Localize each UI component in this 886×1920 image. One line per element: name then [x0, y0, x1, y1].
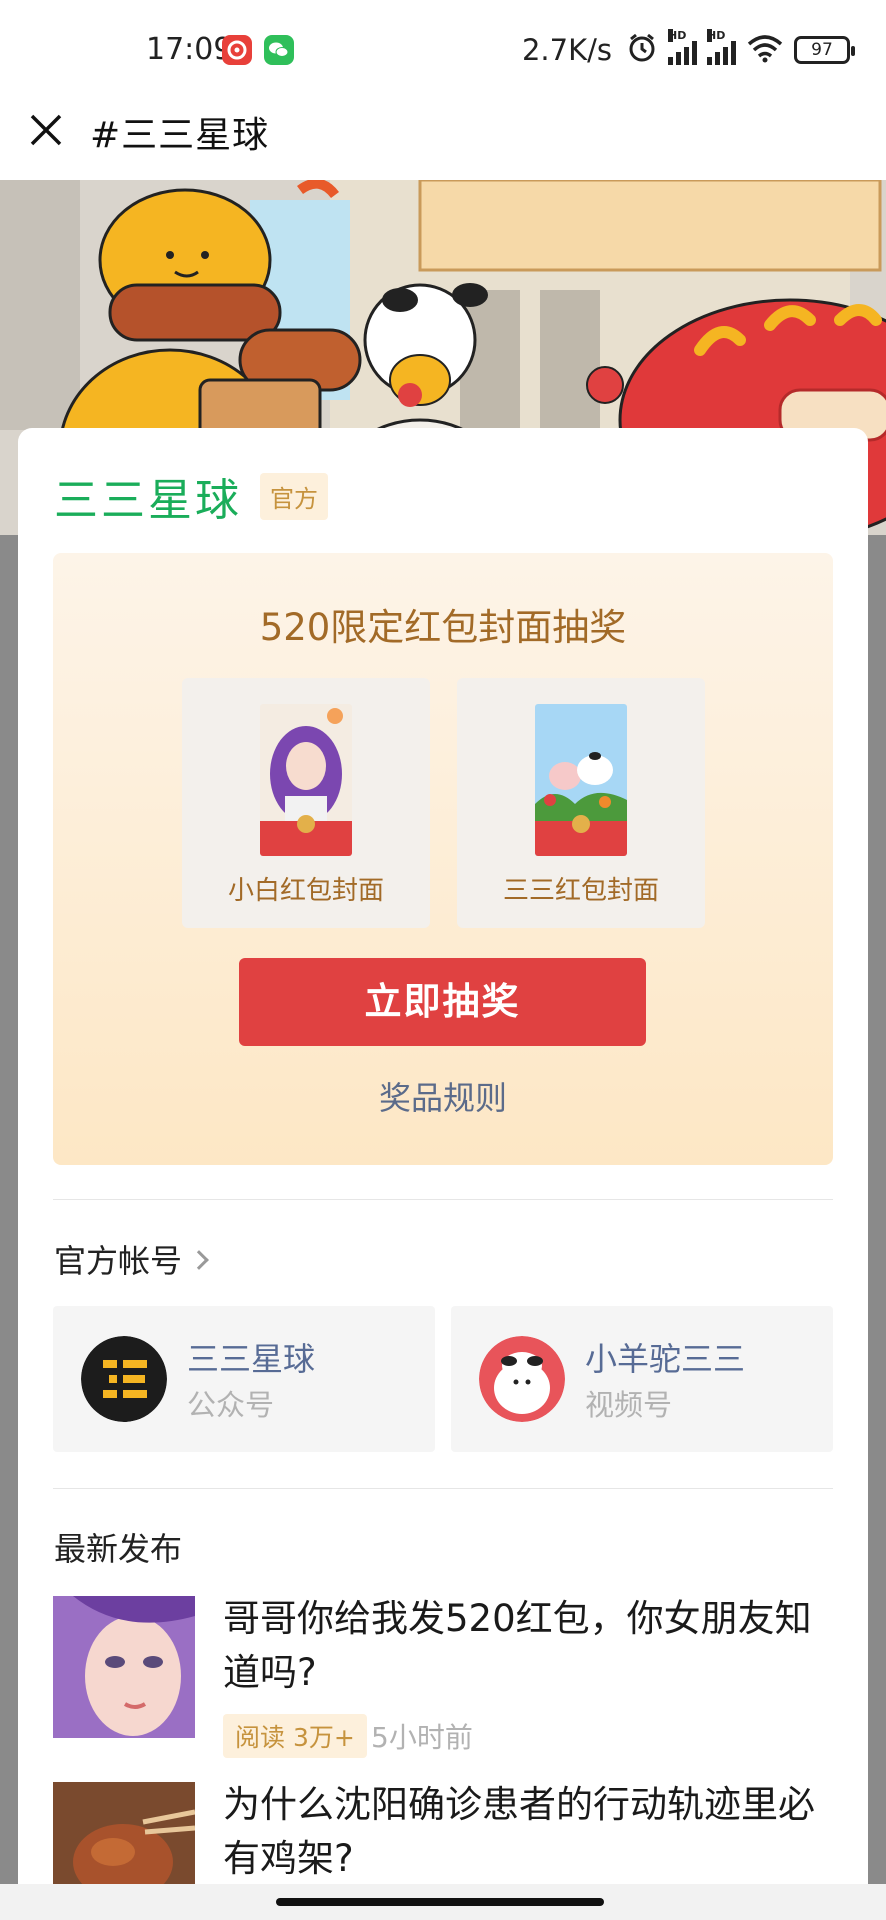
account-name: 三三星球 [187, 1340, 316, 1378]
article-item[interactable]: 哥哥你给我发520红包，你女朋友知道吗? 阅读 3万+ 5小时前 [53, 1596, 833, 1758]
topic-card: 三三星球 官方 520限定红包封面抽奖 小白红包封面 三三红包封面 立即抽奖 奖… [18, 428, 868, 1920]
net-speed: 2.7K/s [521, 33, 612, 67]
cover-item-sansan[interactable]: 三三红包封面 [457, 678, 705, 928]
status-time: 17:09 [146, 32, 233, 67]
page: 17:09 2.7K/s HD HD 97 #三三星球 三三星球 官方 520限… [0, 0, 886, 1920]
cover-image [535, 704, 627, 856]
wechat-icon [264, 35, 294, 65]
article-title: 哥哥你给我发520红包，你女朋友知道吗? [223, 1597, 812, 1694]
account-type: 视频号 [585, 1388, 673, 1422]
prize-rules-link[interactable]: 奖品规则 [53, 1073, 833, 1119]
official-tag: 官方 [260, 472, 328, 520]
page-title: #三三星球 [90, 115, 270, 156]
avatar [479, 1336, 565, 1422]
article-title: 为什么沈阳确诊患者的行动轨迹里必有鸡架? [223, 1783, 815, 1880]
account-name: 小羊驼三三 [585, 1340, 746, 1378]
official-accounts-title: 官方帐号 [54, 1242, 183, 1280]
publish-time: 5小时前 [371, 1721, 473, 1754]
chevron-right-icon [189, 1250, 209, 1270]
alarm-icon [626, 32, 658, 68]
brand-row: 三三星球 官方 [54, 466, 328, 526]
read-count-badge: 阅读 3万+ [223, 1714, 367, 1758]
divider [53, 1199, 833, 1200]
article-thumbnail [53, 1596, 195, 1738]
signal-icon: HD [668, 29, 697, 65]
home-indicator[interactable] [276, 1898, 604, 1906]
latest-title: 最新发布 [54, 1530, 183, 1568]
status-bar: 17:09 2.7K/s HD HD 97 [0, 0, 886, 100]
official-accounts-header[interactable]: 官方帐号 [54, 1236, 209, 1282]
status-right: 2.7K/s HD HD 97 [521, 29, 855, 70]
wifi-icon [746, 33, 784, 67]
account-card-official[interactable]: 三三星球 公众号 [53, 1306, 435, 1452]
divider [53, 1488, 833, 1489]
hd-label: HD [668, 29, 687, 42]
cover-image [260, 704, 352, 856]
nav-bar: #三三星球 [0, 100, 886, 180]
lottery-panel: 520限定红包封面抽奖 小白红包封面 三三红包封面 立即抽奖 奖品规则 [53, 553, 833, 1165]
battery-icon: 97 [794, 36, 855, 64]
home-bar [0, 1884, 886, 1920]
avatar [81, 1336, 167, 1422]
signal-icon-2: HD [707, 29, 736, 65]
cover-label: 三三红包封面 [502, 876, 659, 906]
draw-now-button[interactable]: 立即抽奖 [239, 958, 646, 1046]
lottery-title: 520限定红包封面抽奖 [259, 606, 627, 649]
hd-label-2: HD [707, 29, 726, 42]
cover-item-xiaobai[interactable]: 小白红包封面 [182, 678, 430, 928]
account-card-video[interactable]: 小羊驼三三 视频号 [451, 1306, 833, 1452]
account-type: 公众号 [187, 1388, 275, 1422]
cover-label: 小白红包封面 [227, 876, 384, 906]
netease-music-icon [222, 35, 252, 65]
close-icon[interactable] [24, 108, 68, 152]
brand-name[interactable]: 三三星球 [54, 464, 242, 528]
